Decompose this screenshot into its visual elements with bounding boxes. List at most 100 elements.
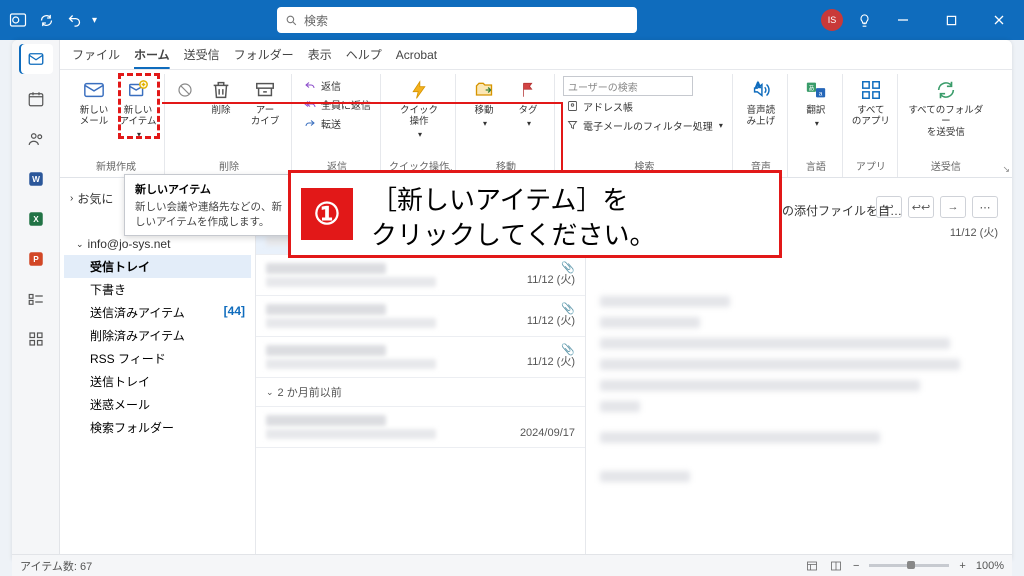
rail-excel-icon[interactable]: X xyxy=(19,204,53,234)
preview-more-button[interactable]: ⋯ xyxy=(972,196,998,218)
group-label-sendrecv: 送受信 xyxy=(931,156,961,175)
outlook-icon xyxy=(8,10,28,30)
reply-icon xyxy=(303,79,317,91)
view-reading-icon[interactable] xyxy=(829,560,843,572)
preview-date: 11/12 (火) xyxy=(950,224,998,240)
quick-action-button[interactable]: クイック 操作 xyxy=(399,74,439,139)
translate-button[interactable]: あa 翻訳 xyxy=(796,74,836,128)
rail-word-icon[interactable]: W xyxy=(19,164,53,194)
folder-inbox[interactable]: 受信トレイ xyxy=(64,255,251,278)
group-label-apps: アプリ xyxy=(856,156,886,175)
tab-view[interactable]: 表示 xyxy=(308,46,332,63)
folder-junk[interactable]: 迷惑メール xyxy=(64,393,251,416)
tooltip-new-item: 新しいアイテム 新しい会議や連絡先などの、新しいアイテムを作成します。 xyxy=(124,174,294,236)
chevron-down-icon: ⌄ xyxy=(76,239,84,250)
message-item[interactable]: 📎11/12 (火) xyxy=(256,296,585,337)
folder-outbox[interactable]: 送信トレイ xyxy=(64,370,251,393)
account-header[interactable]: ⌄info@jo-sys.net xyxy=(64,233,251,255)
folder-search[interactable]: 検索フォルダー xyxy=(64,416,251,439)
preview-reply-button[interactable]: ↩ xyxy=(876,196,902,218)
undo-icon[interactable] xyxy=(64,10,84,30)
flag-icon xyxy=(519,76,537,104)
svg-text:A: A xyxy=(755,80,760,89)
maximize-button[interactable] xyxy=(934,5,968,35)
svg-text:あ: あ xyxy=(808,84,814,92)
folder-deleted[interactable]: 削除済みアイテム xyxy=(64,324,251,347)
trash-icon xyxy=(210,76,232,104)
address-book-icon xyxy=(566,100,579,112)
message-item[interactable]: 📎11/12 (火) xyxy=(256,337,585,378)
folder-sent[interactable]: 送信済みアイテム[44] xyxy=(64,301,251,324)
chevron-down-icon: ⌄ xyxy=(266,387,274,398)
tab-file[interactable]: ファイル xyxy=(72,46,120,63)
tab-help[interactable]: ヘルプ xyxy=(346,46,382,63)
search-box[interactable]: 検索 xyxy=(277,7,637,33)
address-book-button[interactable]: アドレス帳 xyxy=(563,97,726,115)
rail-todo-icon[interactable] xyxy=(19,284,53,314)
forward-button[interactable]: 転送 xyxy=(300,114,374,132)
lightbulb-icon[interactable] xyxy=(857,13,872,28)
rail-mail-icon[interactable] xyxy=(19,44,53,74)
tab-home[interactable]: ホーム xyxy=(134,46,170,63)
filter-button[interactable]: 電子メールのフィルター処理 xyxy=(563,116,726,134)
annotation-callout: ① ［新しいアイテム］を クリックしてください。 xyxy=(288,170,782,258)
qat-overflow-icon[interactable]: ▾ xyxy=(92,15,97,26)
preview-reply-all-button[interactable]: ↩↩ xyxy=(908,196,934,218)
annotation-line xyxy=(561,102,563,172)
annotation-text-1: ［新しいアイテム］を xyxy=(371,183,767,218)
ribbon: 新しい メール 新しい アイテム 新規作成 削 xyxy=(60,70,1012,178)
delete-button[interactable]: 削除 xyxy=(201,74,241,117)
svg-text:X: X xyxy=(33,215,39,224)
group-label-delete: 削除 xyxy=(219,156,239,175)
group-label-new: 新規作成 xyxy=(96,156,136,175)
read-aloud-button[interactable]: A 音声読 み上げ xyxy=(741,74,781,128)
view-normal-icon[interactable] xyxy=(805,560,819,572)
zoom-out-button[interactable]: − xyxy=(853,560,859,572)
rail-people-icon[interactable] xyxy=(19,124,53,154)
new-mail-button[interactable]: 新しい メール xyxy=(74,74,114,128)
status-bar: アイテム数: 67 − + 100% xyxy=(12,554,1012,576)
lightning-icon xyxy=(409,76,429,104)
close-button[interactable] xyxy=(982,5,1016,35)
svg-text:W: W xyxy=(32,175,40,184)
tab-acrobat[interactable]: Acrobat xyxy=(396,48,437,62)
minimize-button[interactable] xyxy=(886,5,920,35)
rail-calendar-icon[interactable] xyxy=(19,84,53,114)
tab-folder[interactable]: フォルダー xyxy=(234,46,294,63)
item-count: アイテム数: 67 xyxy=(20,558,92,574)
folder-drafts[interactable]: 下書き xyxy=(64,278,251,301)
folder-rss[interactable]: RSS フィード xyxy=(64,347,251,370)
read-aloud-icon: A xyxy=(750,76,772,104)
ignore-button[interactable] xyxy=(173,74,197,104)
all-apps-button[interactable]: すべて のアプリ xyxy=(851,74,891,128)
filter-icon xyxy=(566,119,579,131)
svg-text:P: P xyxy=(33,255,39,264)
ignore-icon xyxy=(176,76,194,104)
sendrecv-all-button[interactable]: すべてのフォルダー を送受信 xyxy=(906,74,986,139)
sync-icon[interactable] xyxy=(36,10,56,30)
preview-forward-button[interactable]: → xyxy=(940,196,966,218)
apps-icon xyxy=(860,76,882,104)
rail-powerpoint-icon[interactable]: P xyxy=(19,244,53,274)
forward-icon xyxy=(303,117,317,129)
annotation-line xyxy=(162,102,562,104)
new-item-icon xyxy=(125,76,151,104)
archive-button[interactable]: アー カイブ xyxy=(245,74,285,128)
ribbon-tabs: ファイル ホーム 送受信 フォルダー 表示 ヘルプ Acrobat xyxy=(60,40,1012,70)
reply-button[interactable]: 返信 xyxy=(300,76,374,94)
archive-icon xyxy=(254,76,276,104)
tab-sendrecv[interactable]: 送受信 xyxy=(184,46,220,63)
avatar[interactable]: IS xyxy=(821,9,843,31)
reply-all-button[interactable]: 全員に返信 xyxy=(300,95,374,113)
message-item[interactable]: 2024/09/17 xyxy=(256,407,585,448)
translate-icon: あa xyxy=(804,76,828,104)
group-label-lang: 言語 xyxy=(806,156,826,175)
new-item-button[interactable]: 新しい アイテム xyxy=(118,74,158,139)
zoom-level: 100% xyxy=(976,560,1004,572)
zoom-slider[interactable] xyxy=(869,564,949,567)
zoom-in-button[interactable]: + xyxy=(959,560,965,572)
user-search-input[interactable]: ユーザーの検索 xyxy=(563,76,693,96)
rail-more-apps-icon[interactable] xyxy=(19,324,53,354)
message-group-header[interactable]: ⌄2 か月前以前 xyxy=(256,378,585,407)
reply-dialog-launcher[interactable]: ↘ xyxy=(1002,164,1010,175)
